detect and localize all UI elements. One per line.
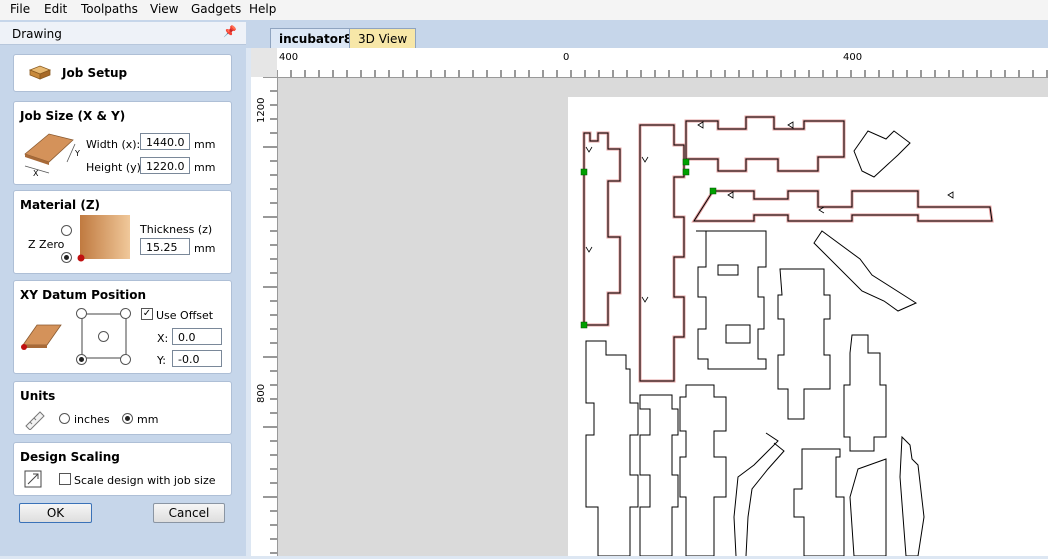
hruler-label-right: 400 <box>843 52 863 63</box>
panel-title-bar: Drawing 📌 <box>0 22 246 45</box>
datum-sheet-icon <box>21 324 62 350</box>
horizontal-ruler: 400 0 400 <box>276 48 1048 78</box>
menu-toolpaths[interactable]: Toolpaths <box>81 2 138 16</box>
material-block-icon <box>28 65 52 80</box>
units-mm-radio[interactable] <box>122 413 133 424</box>
material-thickness-icon <box>77 215 130 262</box>
units-section: Units inches mm <box>13 381 232 435</box>
job-size-diagram-icon: X Y <box>24 133 80 178</box>
scaling-section: Design Scaling Scale design with job siz… <box>13 442 232 496</box>
use-offset-checkbox[interactable]: ✓ <box>141 308 153 320</box>
thickness-label: Thickness (z) <box>140 223 213 236</box>
material-sheet[interactable] <box>568 97 1048 557</box>
material-section: Material (Z) Z Zero Thickness (z) 15.25 … <box>13 190 232 274</box>
job-setup-header: Job Setup <box>13 54 232 92</box>
job-size-title: Job Size (X & Y) <box>20 109 126 123</box>
units-inches-label: inches <box>74 413 110 426</box>
svg-text:X: X <box>33 169 39 178</box>
width-unit: mm <box>194 138 216 151</box>
svg-text:Y: Y <box>74 149 80 158</box>
hruler-label-left: 400 <box>279 52 299 63</box>
scale-icon <box>24 470 42 488</box>
thickness-unit: mm <box>194 242 216 255</box>
offset-y-label: Y: <box>157 354 166 367</box>
scaling-title: Design Scaling <box>20 450 120 464</box>
units-inches-radio[interactable] <box>59 413 70 424</box>
units-mm-label: mm <box>137 413 159 426</box>
menu-gadgets[interactable]: Gadgets <box>191 2 241 16</box>
tab-incubator8[interactable]: incubator8 <box>270 28 362 49</box>
document-tabs: incubator8 3D View <box>246 20 1048 49</box>
horizontal-ruler-ticks <box>276 70 1048 77</box>
pin-icon[interactable]: 📌 <box>223 25 237 38</box>
datum-title: XY Datum Position <box>20 288 147 302</box>
scale-design-label: Scale design with job size <box>74 474 216 487</box>
tab-3d-view[interactable]: 3D View <box>349 28 417 49</box>
scale-design-checkbox[interactable] <box>59 473 71 485</box>
menu-edit[interactable]: Edit <box>44 2 67 16</box>
use-offset-label: Use Offset <box>156 309 214 322</box>
menu-view[interactable]: View <box>150 2 178 16</box>
datum-top-right-radio[interactable] <box>120 308 131 319</box>
cancel-button[interactable]: Cancel <box>153 503 225 523</box>
vruler-label-1200: 1200 <box>256 97 267 123</box>
ruler-icon <box>25 411 45 430</box>
menu-help[interactable]: Help <box>249 2 276 16</box>
zzero-bottom-radio[interactable] <box>61 252 72 263</box>
menu-file[interactable]: File <box>10 2 30 16</box>
datum-section: XY Datum Position ✓ Use Offset X: 0.0 Y:… <box>13 280 232 374</box>
vector-design[interactable] <box>568 97 1048 557</box>
hruler-label-zero: 0 <box>563 52 570 63</box>
zzero-label: Z Zero <box>28 238 65 251</box>
ok-button[interactable]: OK <box>19 503 92 523</box>
selection-nodes <box>580 158 717 329</box>
ruler-corner <box>251 48 278 78</box>
offset-x-label: X: <box>157 332 169 345</box>
datum-center-radio[interactable] <box>98 331 109 342</box>
offset-x-input[interactable]: 0.0 <box>172 328 222 345</box>
vertical-ruler-ticks <box>263 76 277 554</box>
units-title: Units <box>20 389 56 403</box>
width-input[interactable]: 1440.0 <box>140 133 190 150</box>
menu-bar: File Edit Toolpaths View Gadgets Help <box>0 0 1048 20</box>
vruler-label-800: 800 <box>256 383 267 403</box>
datum-bottom-right-radio[interactable] <box>120 354 131 365</box>
datum-top-left-radio[interactable] <box>76 308 87 319</box>
height-unit: mm <box>194 161 216 174</box>
vertical-ruler: 1200 800 <box>251 76 278 556</box>
material-title: Material (Z) <box>20 198 101 212</box>
height-input[interactable]: 1220.0 <box>140 157 190 174</box>
width-label: Width (x): <box>86 138 141 151</box>
height-label: Height (y): <box>86 161 145 174</box>
job-setup-title: Job Setup <box>62 66 128 80</box>
datum-bottom-left-radio[interactable] <box>76 354 87 365</box>
zzero-top-radio[interactable] <box>61 225 72 236</box>
drawing-panel: Drawing 📌 Job Setup Job Size (X & Y) X Y… <box>0 20 246 556</box>
selected-parts <box>582 115 994 383</box>
panel-title: Drawing <box>12 27 62 41</box>
offset-y-input[interactable]: -0.0 <box>172 350 222 367</box>
thickness-input[interactable]: 15.25 <box>140 238 190 255</box>
job-size-section: Job Size (X & Y) X Y Width (x): 1440.0 m… <box>13 101 232 185</box>
